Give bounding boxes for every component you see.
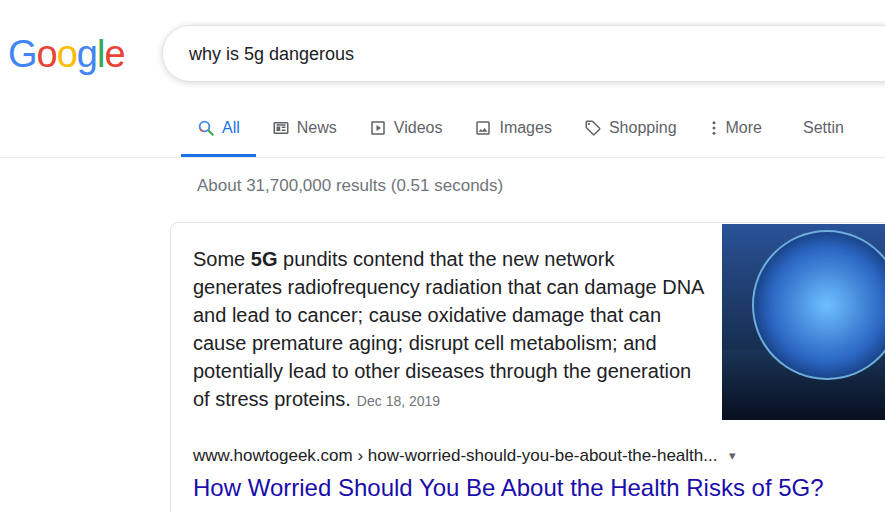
url-menu-button[interactable]: ▾ [729,444,736,468]
logo-letter[interactable]: g [77,31,97,77]
tab-label[interactable]: Videos [394,116,443,140]
tab-label[interactable]: Images [499,116,551,140]
result-stats: About 31,700,000 results (0.51 seconds) [0,174,885,198]
snippet-segment: Some [193,248,251,270]
image-icon [474,119,492,137]
tab-label[interactable]: News [297,116,337,140]
logo-letter[interactable]: e [104,31,124,77]
tab[interactable]: Videos [353,107,459,157]
snippet-photo[interactable] [722,224,885,420]
settings-link[interactable]: Settin [803,107,844,157]
snippet-text: Some 5G pundits contend that the new net… [193,245,708,415]
tab-label[interactable]: Shopping [609,116,677,140]
tab[interactable]: News [256,107,353,157]
result-url-row: www.howtogeek.com › how-worried-should-y… [171,444,885,468]
logo-letter[interactable]: o [57,31,77,77]
header: Google why is 5g dangerous All News Videos… [0,0,885,158]
news-icon [272,119,290,137]
tab-label[interactable]: More [726,116,762,140]
search-box[interactable]: why is 5g dangerous [162,25,885,82]
dots-icon [709,119,719,137]
featured-snippet-card: Some 5G pundits contend that the new net… [170,222,885,512]
search-query[interactable]: why is 5g dangerous [189,42,354,66]
search-icon [197,119,215,137]
logo-letter[interactable]: G [8,31,37,77]
logo-letter[interactable]: o [37,31,57,77]
tab[interactable]: All [181,107,256,157]
tab[interactable]: More [693,107,778,157]
snippet-segment: pundits contend that the new network gen… [193,248,703,410]
video-icon [369,119,387,137]
tag-icon [584,119,602,137]
snippet-segment: 5G [251,248,278,270]
tab[interactable]: Images [458,107,567,157]
snippet-column: Some 5G pundits contend that the new net… [171,223,722,415]
snippet-row: Some 5G pundits contend that the new net… [171,223,885,420]
tab-bar: All News Videos Images Shopping More Settin [0,107,885,157]
tab[interactable]: Shopping [568,107,693,157]
logo-letter[interactable]: l [97,31,104,77]
google-logo[interactable]: Google [0,31,162,77]
result-title[interactable]: How Worried Should You Be About the Heal… [171,473,885,503]
top-bar: Google why is 5g dangerous [0,0,885,82]
tab-label[interactable]: All [222,116,240,140]
result-url[interactable]: www.howtogeek.com › how-worried-should-y… [193,444,717,468]
snippet-date: Dec 18, 2019 [357,393,440,409]
